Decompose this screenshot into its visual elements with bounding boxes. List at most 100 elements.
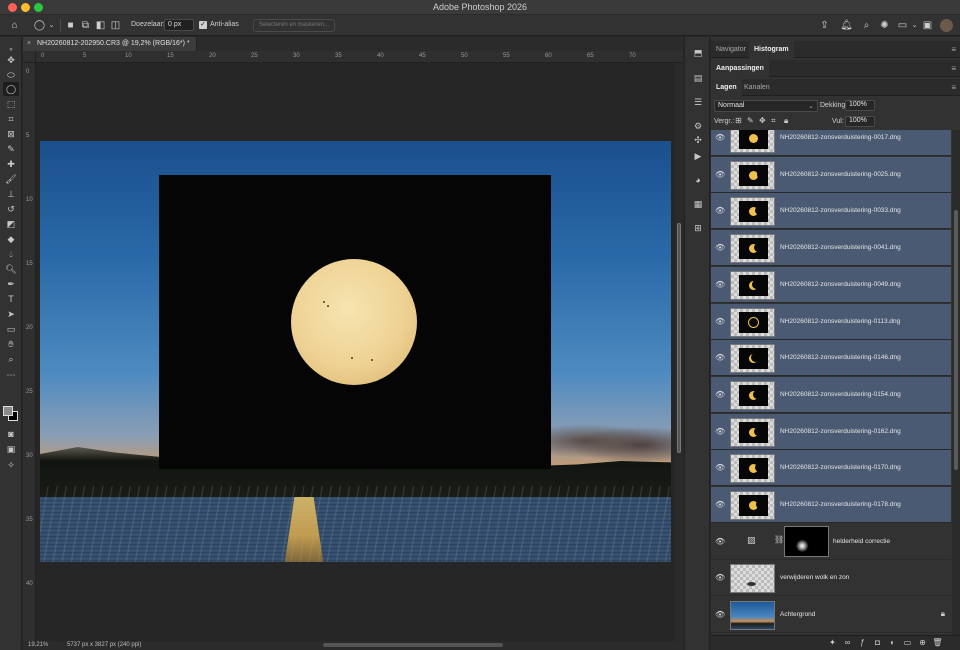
foreground-color-swatch[interactable]: [3, 406, 13, 416]
document-info[interactable]: 5737 px x 3827 px (240 ppi): [67, 642, 141, 648]
scroll-thumb[interactable]: [677, 223, 681, 453]
panel-menu-icon[interactable]: ≡: [951, 45, 956, 54]
panel-menu-icon[interactable]: ≡: [951, 83, 956, 92]
layer-style-icon[interactable]: ƒ: [857, 638, 868, 647]
add-mask-icon[interactable]: ◘: [872, 638, 883, 647]
layer-row[interactable]: 👁︎ NH20260812-zonsverduistering-0154.dng: [711, 376, 951, 413]
quick-select-tool-icon[interactable]: ⬚: [3, 97, 19, 111]
gradient-tool-icon[interactable]: ◆: [3, 232, 19, 246]
brush-tool-icon[interactable]: 🖌︎: [3, 172, 19, 186]
visibility-eye-icon[interactable]: 👁︎: [715, 573, 725, 582]
eyedropper-tool-icon[interactable]: ✎: [3, 142, 19, 156]
visibility-eye-icon[interactable]: 👁︎: [715, 243, 725, 252]
screen-mode-icon[interactable]: ▣: [3, 442, 19, 456]
layer-row[interactable]: 👁︎ NH20260812-zonsverduistering-0178.dng: [711, 487, 951, 523]
visibility-eye-icon[interactable]: 👁︎: [715, 390, 725, 399]
dodge-tool-icon[interactable]: 🔍︎: [3, 262, 19, 276]
opacity-input[interactable]: 100%: [845, 100, 875, 111]
history-brush-tool-icon[interactable]: ↺: [3, 202, 19, 216]
new-layer-icon[interactable]: ⊕: [917, 638, 928, 647]
layer-row[interactable]: 👁︎ NH20260812-zonsverduistering-0025.dng: [711, 156, 951, 193]
generative-fill-icon[interactable]: ✦: [827, 638, 838, 647]
rectangle-tool-icon[interactable]: ▭: [3, 322, 19, 336]
tab-channels[interactable]: Kanalen: [739, 79, 775, 96]
visibility-eye-icon[interactable]: 👁︎: [715, 427, 725, 436]
layer-row[interactable]: 👁︎ ▨ ⛓︎ helderheid correctie: [711, 524, 951, 560]
blend-mode-select[interactable]: Normaal ⌄: [714, 100, 818, 112]
layer-row[interactable]: 👁︎ 🔒︎ Achtergrond: [711, 597, 951, 634]
tab-adjustments[interactable]: Aanpassingen: [711, 60, 769, 77]
actions-icon[interactable]: ▶: [692, 150, 704, 162]
pen-tool-icon[interactable]: ✒: [3, 277, 19, 291]
tab-layers[interactable]: Lagen: [711, 79, 742, 96]
path-select-tool-icon[interactable]: ➤: [3, 307, 19, 321]
adjustments-icon[interactable]: ☰: [692, 96, 704, 108]
lock-all-icon[interactable]: 🔒︎: [784, 116, 788, 126]
eclipse-layer[interactable]: [159, 175, 551, 469]
scroll-thumb[interactable]: [954, 210, 958, 470]
layer-row[interactable]: 👁︎ NH20260812-zonsverduistering-0049.dng: [711, 266, 951, 303]
feather-input[interactable]: 0 px: [164, 19, 194, 31]
panel-menu-icon[interactable]: ≡: [951, 64, 956, 73]
quick-mask-icon[interactable]: ◙: [3, 427, 19, 441]
visibility-eye-icon[interactable]: 👁︎: [715, 537, 725, 546]
tab-histogram[interactable]: Histogram: [749, 41, 794, 58]
canvas-vertical-scrollbar[interactable]: [675, 63, 683, 641]
lock-artboard-icon[interactable]: ⌗: [771, 116, 776, 126]
visibility-eye-icon[interactable]: 👁︎: [715, 610, 725, 619]
swatches-icon[interactable]: ▦: [692, 198, 704, 210]
move-tool-icon[interactable]: ✥: [3, 53, 19, 67]
notifications-icon[interactable]: 🔔︎: [840, 19, 853, 32]
layer-mask-thumbnail[interactable]: [784, 525, 829, 557]
type-tool-icon[interactable]: T: [3, 292, 19, 306]
layer-row[interactable]: 👁︎ NH20260812-zonsverduistering-0033.dng: [711, 193, 951, 230]
mask-link-icon[interactable]: ⛓︎: [774, 535, 784, 544]
more-tools-icon[interactable]: ⋯: [3, 368, 19, 382]
navigator-icon[interactable]: ⬒: [692, 47, 704, 59]
zoom-tool-icon[interactable]: ⌕: [3, 352, 19, 366]
add-selection-icon[interactable]: ⧉: [79, 19, 92, 32]
visibility-eye-icon[interactable]: 👁︎: [715, 206, 725, 215]
group-icon[interactable]: ▭: [902, 638, 913, 647]
close-icon[interactable]: ×: [27, 40, 31, 47]
adjustment-layer-icon[interactable]: ◐: [887, 638, 898, 647]
layer-row[interactable]: 👁︎ NH20260812-zonsverduistering-0146.dng: [711, 340, 951, 377]
blur-tool-icon[interactable]: 💧︎: [3, 247, 19, 261]
intersect-selection-icon[interactable]: ◫: [109, 19, 122, 32]
layer-row[interactable]: 👁︎ NH20260812-zonsverduistering-0041.dng: [711, 230, 951, 267]
visibility-eye-icon[interactable]: 👁︎: [715, 133, 725, 142]
visibility-eye-icon[interactable]: 👁︎: [715, 170, 725, 179]
generative-icon[interactable]: ✧: [3, 458, 19, 472]
home-icon[interactable]: ⌂: [8, 19, 21, 32]
visibility-eye-icon[interactable]: 👁︎: [715, 463, 725, 472]
visibility-eye-icon[interactable]: 👁︎: [715, 280, 725, 289]
chevron-down-icon[interactable]: ⌄: [45, 19, 58, 32]
layer-row[interactable]: 👁︎ NH20260812-zonsverduistering-0162.dng: [711, 413, 951, 450]
eraser-tool-icon[interactable]: ◩: [3, 217, 19, 231]
visibility-eye-icon[interactable]: 👁︎: [715, 353, 725, 362]
horizontal-ruler[interactable]: 0 5 10 15 20 25 30 35 40 45 50 55 60 65 70: [36, 51, 683, 63]
layer-row[interactable]: 👁︎ NH20260812-zonsverduistering-0113.dng: [711, 303, 951, 340]
lock-pixels-icon[interactable]: ✎: [747, 116, 754, 125]
layer-row[interactable]: 👁︎ NH20260812-zonsverduistering-0017.dng: [711, 130, 951, 156]
canvas-area[interactable]: [36, 63, 675, 641]
marquee-tool-icon[interactable]: ⬭: [3, 68, 19, 82]
layer-row[interactable]: 👁︎ NH20260812-zonsverduistering-0170.dng: [711, 450, 951, 487]
patterns-icon[interactable]: ⊞: [692, 222, 704, 234]
vertical-ruler[interactable]: 0 5 10 15 20 25 30 35 40: [23, 63, 36, 641]
lock-position-icon[interactable]: ✥: [759, 116, 766, 125]
visibility-eye-icon[interactable]: 👁︎: [715, 317, 725, 326]
clone-stamp-tool-icon[interactable]: ⊥: [3, 187, 19, 201]
visibility-eye-icon[interactable]: 👁︎: [715, 500, 725, 509]
zoom-level[interactable]: 19,21%: [28, 642, 48, 648]
layer-row[interactable]: 👁︎ verwijderen wolk en zon: [711, 560, 951, 597]
tab-navigator[interactable]: Navigator: [711, 41, 751, 58]
healing-brush-tool-icon[interactable]: ✚: [3, 157, 19, 171]
frame-tool-icon[interactable]: ⊠: [3, 127, 19, 141]
layers-scrollbar[interactable]: [952, 130, 960, 635]
crop-tool-icon[interactable]: ⌗: [3, 112, 19, 126]
select-and-mask-button[interactable]: Selecteren en maskeren...: [253, 19, 335, 32]
document-tab[interactable]: × NH20260812-202950.CR3 @ 19,2% (RGB/16*…: [23, 37, 197, 51]
chevron-down-icon[interactable]: ⌄: [908, 19, 921, 32]
properties-icon[interactable]: ⚙: [692, 120, 704, 132]
